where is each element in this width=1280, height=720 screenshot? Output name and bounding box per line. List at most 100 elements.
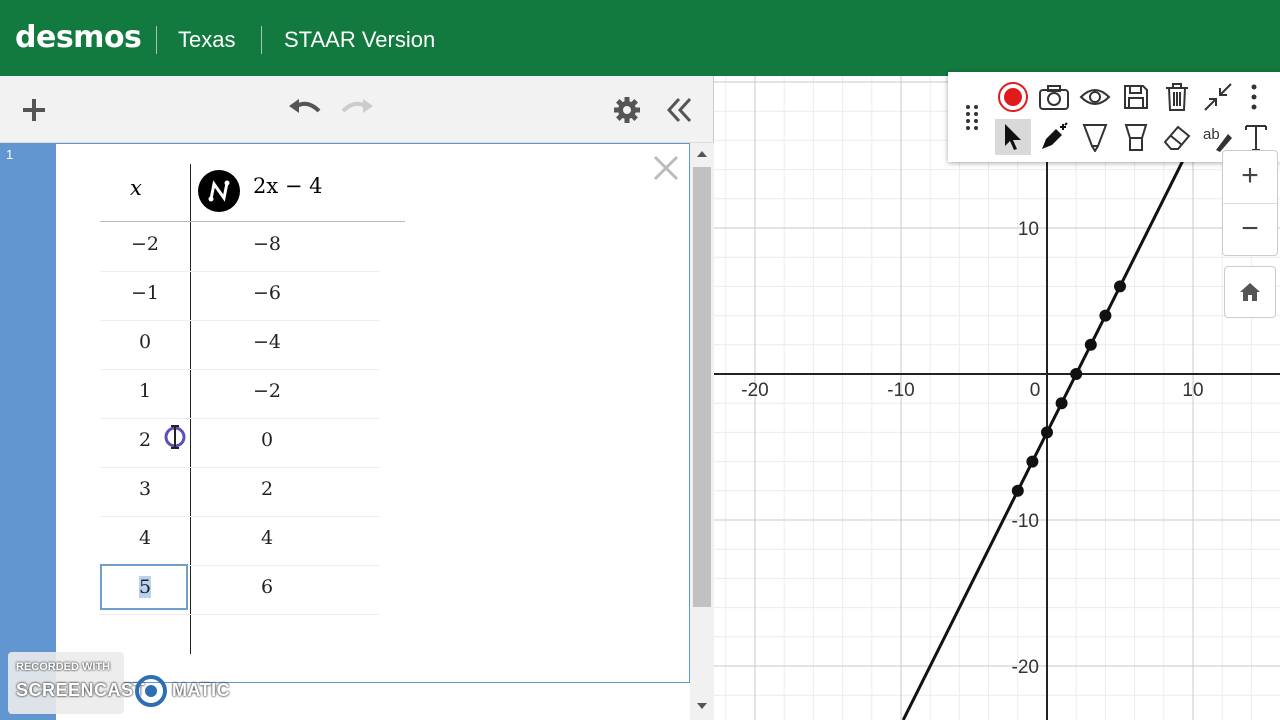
redo-icon [341, 99, 373, 113]
spellcheck-icon: ab [1203, 126, 1232, 152]
table-point [1070, 368, 1083, 380]
table-cell-y: −2 [252, 380, 281, 402]
camera-icon [1039, 85, 1069, 110]
screencast-logo-icon [135, 675, 167, 707]
save-icon [1124, 85, 1148, 109]
pointer-tool-button[interactable] [995, 119, 1031, 155]
desmos-logo[interactable]: desmos [15, 20, 142, 55]
more-options-button[interactable] [1242, 79, 1266, 115]
point-style-glyph [208, 180, 230, 202]
scroll-up-arrow[interactable] [697, 151, 707, 157]
delete-button[interactable] [1159, 79, 1195, 115]
zoom-in-button[interactable]: + [1223, 151, 1277, 201]
list-scrollbar[interactable] [690, 143, 714, 720]
table-point [1099, 309, 1112, 322]
marker-button[interactable] [1118, 119, 1154, 155]
pen-spark-icon [1042, 122, 1068, 149]
header-version: STAAR Version [284, 27, 436, 52]
table-cell-x[interactable]: 4 [100, 527, 190, 549]
table-header-y[interactable]: 2x − 4 [253, 174, 323, 198]
table-cell-y: −4 [252, 331, 281, 353]
table-row-line [100, 418, 380, 419]
table-row-line [100, 614, 380, 615]
table-header-x[interactable]: x [130, 176, 142, 200]
scroll-thumb[interactable] [693, 167, 711, 607]
gear-icon [614, 97, 640, 123]
table-point [1114, 280, 1126, 293]
highlighter-button[interactable] [1077, 119, 1113, 155]
undo-button[interactable] [284, 90, 324, 130]
collapse-list-button[interactable] [659, 90, 699, 130]
table-cell-x[interactable]: 0 [100, 331, 190, 353]
table-cell-x-text: 1 [138, 380, 152, 402]
visibility-button[interactable] [1077, 79, 1113, 115]
table-row-line [100, 271, 380, 272]
zoom-controls: + − [1222, 150, 1278, 256]
pen-tip-icon [1082, 124, 1108, 152]
y-tick-label: 10 [1018, 219, 1039, 240]
text-tool-icon [1245, 125, 1267, 151]
table-cell-y: −6 [252, 282, 281, 304]
table-header-line [100, 221, 405, 222]
table-cell-x-text: −1 [130, 282, 159, 304]
table-row-line [100, 320, 380, 321]
default-viewport-button[interactable] [1224, 266, 1276, 318]
table-point [1011, 484, 1024, 497]
add-item-button[interactable] [14, 90, 54, 130]
double-chevron-left-icon [666, 97, 692, 123]
table-cell-y: 4 [260, 527, 274, 549]
eraser-icon [1163, 125, 1191, 150]
table-cell-x-text: 3 [138, 478, 152, 500]
settings-button[interactable] [607, 90, 647, 130]
cursor-arrow-icon [1005, 124, 1021, 150]
y-tick-label: -10 [1012, 511, 1039, 532]
vertical-dots-icon [1251, 84, 1257, 110]
table-row-line [100, 467, 380, 468]
header-region: Texas [178, 27, 236, 52]
selected-cell-outline [100, 564, 188, 610]
save-button[interactable] [1118, 79, 1154, 115]
drag-handle[interactable] [960, 99, 984, 135]
table-cell-x-text: 2 [138, 429, 152, 451]
drag-handle-icon [966, 105, 978, 130]
points-style-icon[interactable] [198, 170, 240, 212]
table-point [1041, 426, 1053, 439]
marker-icon [1124, 124, 1148, 151]
screenshot-button[interactable] [1036, 79, 1072, 115]
table-point [1055, 397, 1068, 410]
eye-icon [1079, 89, 1111, 105]
table-cell-x-text: −2 [130, 233, 159, 255]
expression-gutter[interactable]: 1 [0, 143, 56, 720]
zoom-out-button[interactable]: − [1223, 203, 1277, 254]
table-cell-x[interactable]: −2 [100, 233, 190, 255]
graph-paper[interactable]: -20 -10 0 10 10 -10 -20 [714, 76, 1280, 720]
table-cell-x[interactable]: −1 [100, 282, 190, 304]
header-separator [261, 26, 262, 54]
laser-pen-button[interactable] [1036, 119, 1072, 155]
collapse-arrows-icon [1204, 83, 1232, 111]
record-icon [998, 82, 1028, 112]
header-separator [156, 26, 157, 54]
x-tick-label: -20 [741, 380, 768, 401]
watermark-recorded-with: RECORDED WITH [16, 661, 111, 673]
home-icon [1240, 283, 1260, 301]
table-cell-y: 0 [260, 429, 274, 451]
table-cell-y: 6 [260, 576, 274, 598]
watermark-brand-right: MATIC [172, 680, 231, 700]
scroll-down-arrow[interactable] [697, 703, 707, 709]
expression-toolbar [0, 76, 713, 143]
redo-button[interactable] [338, 90, 378, 130]
screencast-annotation-toolbar: ab [948, 72, 1280, 162]
record-button[interactable] [995, 79, 1031, 115]
x-tick-label: 10 [1182, 380, 1203, 401]
table-cell-x-text: 0 [138, 331, 152, 353]
table-cell-x[interactable]: 1 [100, 380, 190, 402]
svg-text:ab: ab [1203, 126, 1220, 143]
text-cursor-icon [164, 425, 186, 449]
table-row-line [100, 369, 380, 370]
plus-icon [23, 99, 45, 121]
eraser-button[interactable] [1159, 119, 1195, 155]
close-icon[interactable] [650, 152, 682, 184]
table-cell-x[interactable]: 3 [100, 478, 190, 500]
minimize-button[interactable] [1200, 79, 1236, 115]
